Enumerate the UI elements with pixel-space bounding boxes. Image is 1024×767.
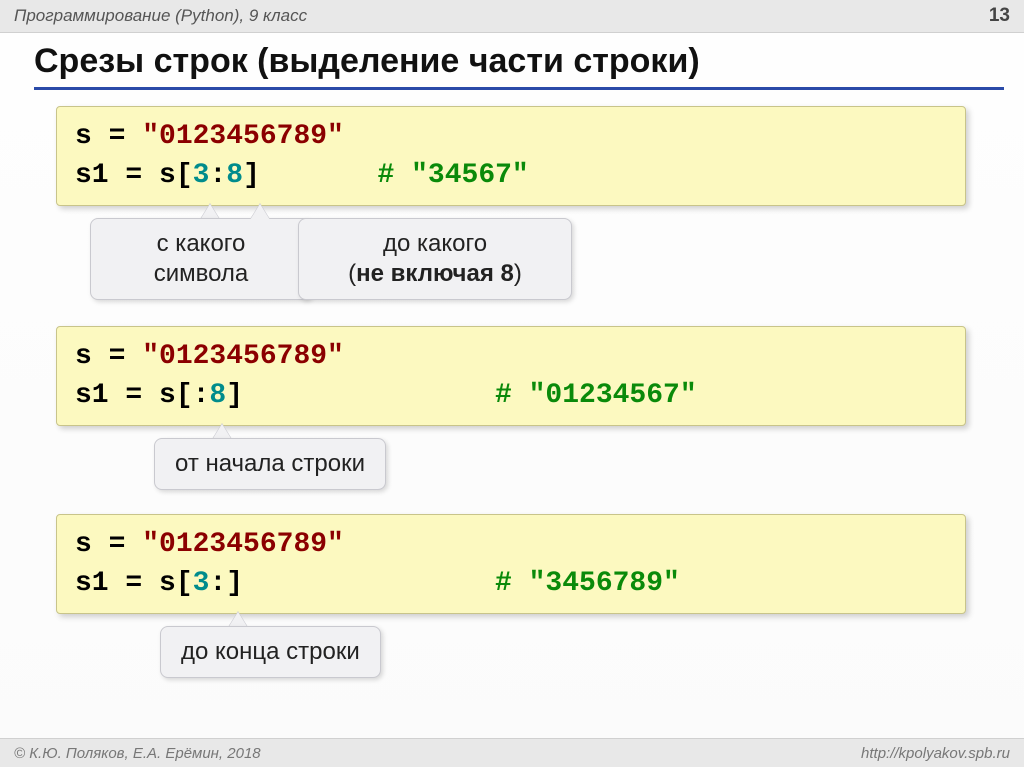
top-bar: Программирование (Python), 9 класс 13 [0,0,1024,33]
code-box-3: s = "0123456789" s1 = s[3:] # "3456789" [56,514,966,614]
code-line: s = "0123456789" [75,117,947,156]
footer-bar: © К.Ю. Поляков, Е.А. Ерёмин, 2018 http:/… [0,738,1024,767]
code-line: s1 = s[3:8] # "34567" [75,156,947,195]
code-box-1: s = "0123456789" s1 = s[3:8] # "34567" [56,106,966,206]
code-line: s1 = s[:8] # "01234567" [75,376,947,415]
course-label: Программирование (Python), 9 класс [14,6,307,26]
callout-from-which: с какого символа [90,218,312,300]
callout-from-start: от начала строки [154,438,386,490]
callout-to-end: до конца строки [160,626,381,678]
slide: Программирование (Python), 9 класс 13 Ср… [0,0,1024,767]
code-line: s = "0123456789" [75,525,947,564]
slide-title: Срезы строк (выделение части строки) [34,42,1004,90]
footer-url: http://kpolyakov.spb.ru [861,745,1010,762]
code-line: s = "0123456789" [75,337,947,376]
code-line: s1 = s[3:] # "3456789" [75,564,947,603]
copyright: © К.Ю. Поляков, Е.А. Ерёмин, 2018 [14,745,261,762]
page-number: 13 [989,5,1010,27]
pointer-icon [250,204,270,220]
callout-until-which: до какого (не включая 8) [298,218,572,300]
code-box-2: s = "0123456789" s1 = s[:8] # "01234567" [56,326,966,426]
